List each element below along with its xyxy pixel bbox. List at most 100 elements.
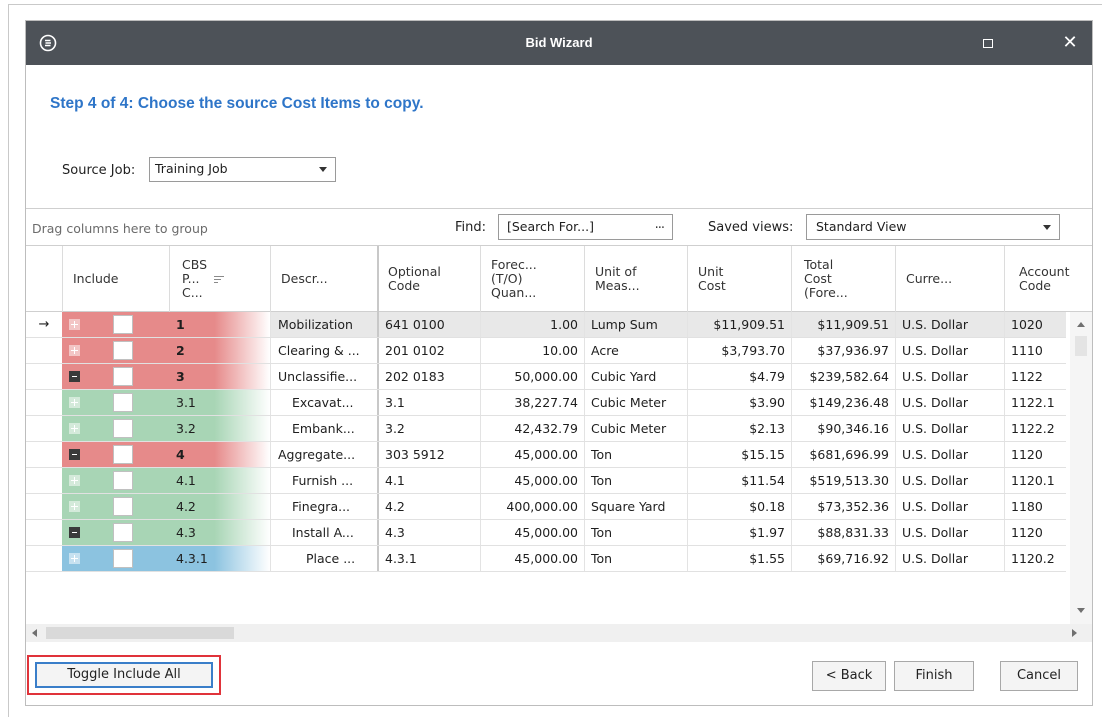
table-row[interactable]: 4.1 Furnish ... 4.1 45,000.00 Ton $11.54 $519,… (26, 468, 1066, 494)
account-cell: 1020 (1004, 312, 1066, 337)
desc-cell: Excavat... (270, 390, 377, 415)
row-indicator-header (26, 246, 62, 312)
unit-cost-cell: $3.90 (687, 390, 791, 415)
horizontal-scroll-thumb[interactable] (46, 627, 234, 639)
row-indicator (26, 546, 62, 571)
currency-cell: U.S. Dollar (895, 390, 1004, 415)
include-checkbox[interactable] (113, 341, 133, 360)
include-checkbox[interactable] (113, 315, 133, 334)
include-checkbox[interactable] (113, 419, 133, 438)
desc-cell: Aggregate... (270, 442, 377, 467)
step-title: Step 4 of 4: Choose the source Cost Item… (50, 95, 424, 112)
table-row[interactable]: 3.1 Excavat... 3.1 38,227.74 Cubic Meter $3.9… (26, 390, 1066, 416)
unit-cost-cell: $0.18 (687, 494, 791, 519)
maximize-button[interactable] (978, 33, 998, 53)
column-header-total-cost[interactable]: Total Cost (Fore... (791, 246, 895, 312)
uom-cell: Ton (584, 442, 687, 467)
qty-cell: 10.00 (480, 338, 584, 363)
scroll-left-icon[interactable] (32, 629, 37, 637)
include-checkbox[interactable] (113, 393, 133, 412)
include-checkbox[interactable] (113, 445, 133, 464)
qty-cell: 45,000.00 (480, 442, 584, 467)
desc-cell: Place ... (270, 546, 377, 571)
column-header-forecast-quantity[interactable]: Forec... (T/O) Quan... (480, 246, 584, 312)
qty-cell: 50,000.00 (480, 364, 584, 389)
table-row[interactable]: 4.3.1 Place ... 4.3.1 45,000.00 Ton $1.55 $69,… (26, 546, 1066, 572)
desc-cell: Install A... (270, 520, 377, 545)
column-header-unit-of-measure[interactable]: Unit of Meas... (584, 246, 687, 312)
column-header-label: CBS P... C... (182, 257, 208, 300)
column-header-unit-cost[interactable]: Unit Cost (687, 246, 791, 312)
expand-icon[interactable] (69, 501, 80, 512)
cbs-code-cell: 2 (169, 338, 270, 363)
scroll-right-icon[interactable] (1072, 629, 1077, 637)
table-row[interactable]: 4 Aggregate... 303 5912 45,000.00 Ton $15.15 $… (26, 442, 1066, 468)
find-input[interactable]: [Search For...] ... (498, 214, 673, 240)
currency-cell: U.S. Dollar (895, 468, 1004, 493)
table-row[interactable]: 3.2 Embank... 3.2 42,432.79 Cubic Meter $2.13… (26, 416, 1066, 442)
column-header-account-code[interactable]: Account Code (1004, 246, 1092, 312)
include-checkbox[interactable] (113, 367, 133, 386)
cost-items-grid: Drag columns here to group Find: [Search… (26, 208, 1092, 642)
include-checkbox[interactable] (113, 549, 133, 568)
include-checkbox[interactable] (113, 471, 133, 490)
table-row[interactable]: 3 Unclassifie... 202 0183 50,000.00 Cubic Ya… (26, 364, 1066, 390)
qty-cell: 45,000.00 (480, 546, 584, 571)
include-checkbox[interactable] (113, 497, 133, 516)
close-icon: ✕ (1062, 32, 1078, 53)
expand-icon[interactable] (69, 553, 80, 564)
sort-ascending-icon (214, 276, 224, 288)
back-button[interactable]: < Back (812, 661, 886, 691)
row-indicator (26, 520, 62, 545)
more-options-icon[interactable]: ... (655, 217, 665, 232)
collapse-icon[interactable] (69, 371, 80, 382)
chevron-down-icon[interactable] (1043, 225, 1051, 230)
collapse-icon[interactable] (69, 449, 80, 460)
collapse-icon[interactable] (69, 527, 80, 538)
expand-icon[interactable] (69, 319, 80, 330)
table-row[interactable]: → 1 Mobilization 641 0100 1.00 Lump Sum $11,90… (26, 312, 1066, 338)
toggle-include-all-button[interactable]: Toggle Include All (35, 662, 213, 688)
vertical-scrollbar[interactable] (1070, 312, 1092, 624)
find-label: Find: (455, 220, 487, 235)
qty-cell: 38,227.74 (480, 390, 584, 415)
vertical-scroll-thumb[interactable] (1075, 336, 1087, 356)
column-header-include[interactable]: Include (62, 246, 169, 312)
expand-icon[interactable] (69, 397, 80, 408)
table-row[interactable]: 2 Clearing & ... 201 0102 10.00 Acre $3,793.7… (26, 338, 1066, 364)
expand-icon[interactable] (69, 475, 80, 486)
uom-cell: Ton (584, 546, 687, 571)
group-panel[interactable]: Drag columns here to group Find: [Search… (26, 209, 1092, 245)
cancel-button[interactable]: Cancel (1000, 661, 1078, 691)
saved-views-dropdown[interactable]: Standard View (806, 214, 1060, 240)
qty-cell: 45,000.00 (480, 520, 584, 545)
column-header-cbs[interactable]: CBS P... C... (169, 246, 270, 312)
source-job-dropdown[interactable]: Training Job (149, 157, 336, 182)
include-cell (62, 468, 169, 493)
expand-icon[interactable] (69, 423, 80, 434)
currency-cell: U.S. Dollar (895, 494, 1004, 519)
find-input-value: [Search For...] (507, 219, 594, 234)
unit-cost-cell: $15.15 (687, 442, 791, 467)
column-header-description[interactable]: Descr... (270, 246, 377, 312)
total-cell: $88,831.33 (791, 520, 895, 545)
source-job-value: Training Job (155, 161, 228, 176)
uom-cell: Cubic Meter (584, 390, 687, 415)
row-indicator (26, 338, 62, 363)
close-button[interactable]: ✕ (1058, 31, 1082, 55)
chevron-down-icon[interactable] (319, 167, 327, 172)
table-row[interactable]: 4.3 Install A... 4.3 45,000.00 Ton $1.97 $88,8… (26, 520, 1066, 546)
finish-button[interactable]: Finish (894, 661, 974, 691)
horizontal-scrollbar[interactable] (26, 624, 1092, 642)
include-checkbox[interactable] (113, 523, 133, 542)
qty-cell: 1.00 (480, 312, 584, 337)
expand-icon[interactable] (69, 345, 80, 356)
total-cell: $239,582.64 (791, 364, 895, 389)
column-header-optional-code[interactable]: Optional Code (377, 246, 480, 312)
scroll-up-icon[interactable] (1077, 322, 1085, 327)
column-header-currency[interactable]: Curre... (895, 246, 1004, 312)
unit-cost-cell: $11,909.51 (687, 312, 791, 337)
table-row[interactable]: 4.2 Finegra... 4.2 400,000.00 Square Yard $0.… (26, 494, 1066, 520)
include-cell (62, 390, 169, 415)
scroll-down-icon[interactable] (1077, 608, 1085, 613)
